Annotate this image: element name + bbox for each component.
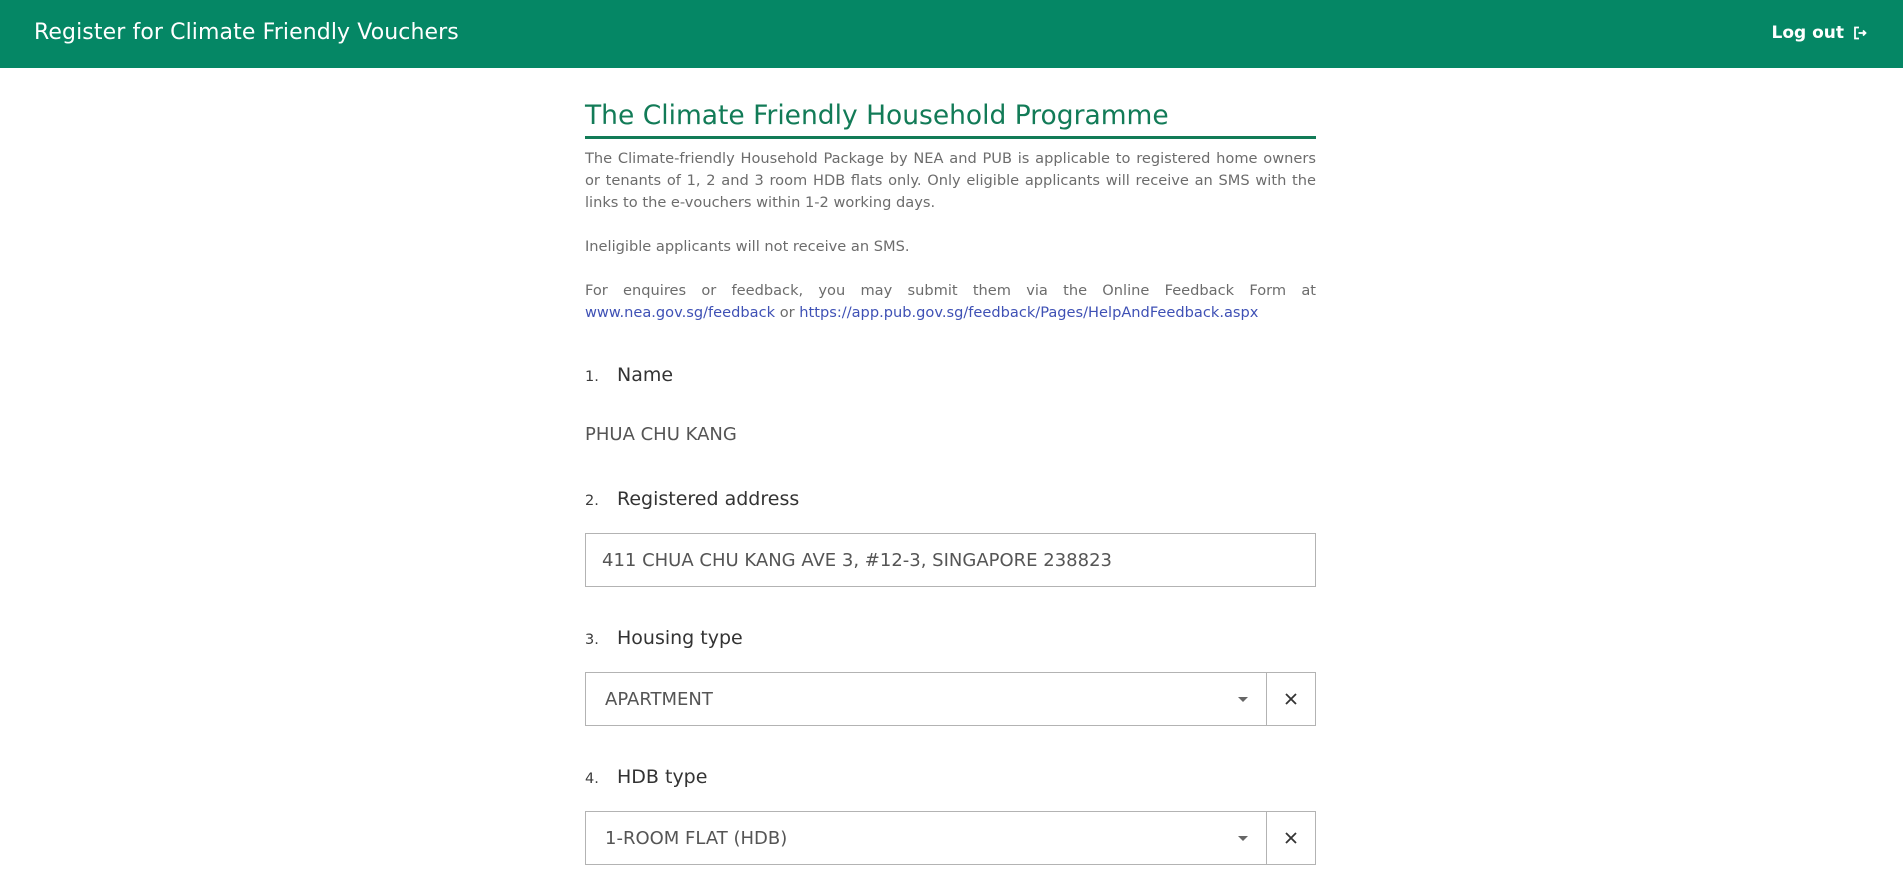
close-icon	[1285, 693, 1297, 705]
logout-button[interactable]: Log out	[1771, 23, 1867, 43]
pub-feedback-link[interactable]: https://app.pub.gov.sg/feedback/Pages/He…	[799, 304, 1258, 321]
hdb-type-field: 1-ROOM FLAT (HDB)	[585, 811, 1316, 865]
hdb-type-value: 1-ROOM FLAT (HDB)	[605, 827, 788, 849]
or-text: or	[779, 304, 795, 321]
close-icon	[1285, 832, 1297, 844]
name-value: PHUA CHU KANG	[585, 424, 737, 445]
question-label: Name	[617, 364, 674, 386]
address-input[interactable]	[585, 533, 1316, 587]
intro-paragraph: The Climate-friendly Household Package b…	[585, 150, 1316, 211]
question-number: 2.	[585, 493, 599, 509]
question-number: 4.	[585, 771, 599, 787]
question-label: Housing type	[617, 627, 743, 649]
question-housing-type: 3. Housing type	[585, 627, 1316, 653]
question-number: 1.	[585, 369, 599, 385]
housing-type-field: APARTMENT	[585, 672, 1316, 726]
logout-icon	[1854, 26, 1867, 40]
housing-type-select[interactable]: APARTMENT	[585, 672, 1267, 726]
chevron-down-icon	[1238, 696, 1248, 702]
top-app-bar: Register for Climate Friendly Vouchers L…	[0, 0, 1903, 68]
question-label: Registered address	[617, 488, 800, 510]
question-number: 3.	[585, 632, 599, 648]
housing-type-value: APARTMENT	[605, 688, 713, 710]
ineligible-note: Ineligible applicants will not receive a…	[585, 238, 910, 255]
feedback-text: For enquires or feedback, you may submit…	[585, 282, 1316, 299]
question-registered-address: 2. Registered address	[585, 488, 1316, 514]
feedback-paragraph: For enquires or feedback, you may submit…	[585, 280, 1316, 324]
nea-feedback-link[interactable]: www.nea.gov.sg/feedback	[585, 304, 775, 321]
app-title: Register for Climate Friendly Vouchers	[34, 20, 459, 45]
hdb-type-select[interactable]: 1-ROOM FLAT (HDB)	[585, 811, 1267, 865]
question-name: 1. Name	[585, 364, 1316, 390]
chevron-down-icon	[1238, 835, 1248, 841]
housing-type-clear-button[interactable]	[1267, 672, 1316, 726]
hdb-type-clear-button[interactable]	[1267, 811, 1316, 865]
question-hdb-type: 4. HDB type	[585, 766, 1316, 792]
question-label: HDB type	[617, 766, 708, 788]
logout-label: Log out	[1771, 23, 1844, 43]
main-content: The Climate Friendly Household Programme…	[585, 68, 1316, 865]
page-title: The Climate Friendly Household Programme	[585, 99, 1316, 139]
